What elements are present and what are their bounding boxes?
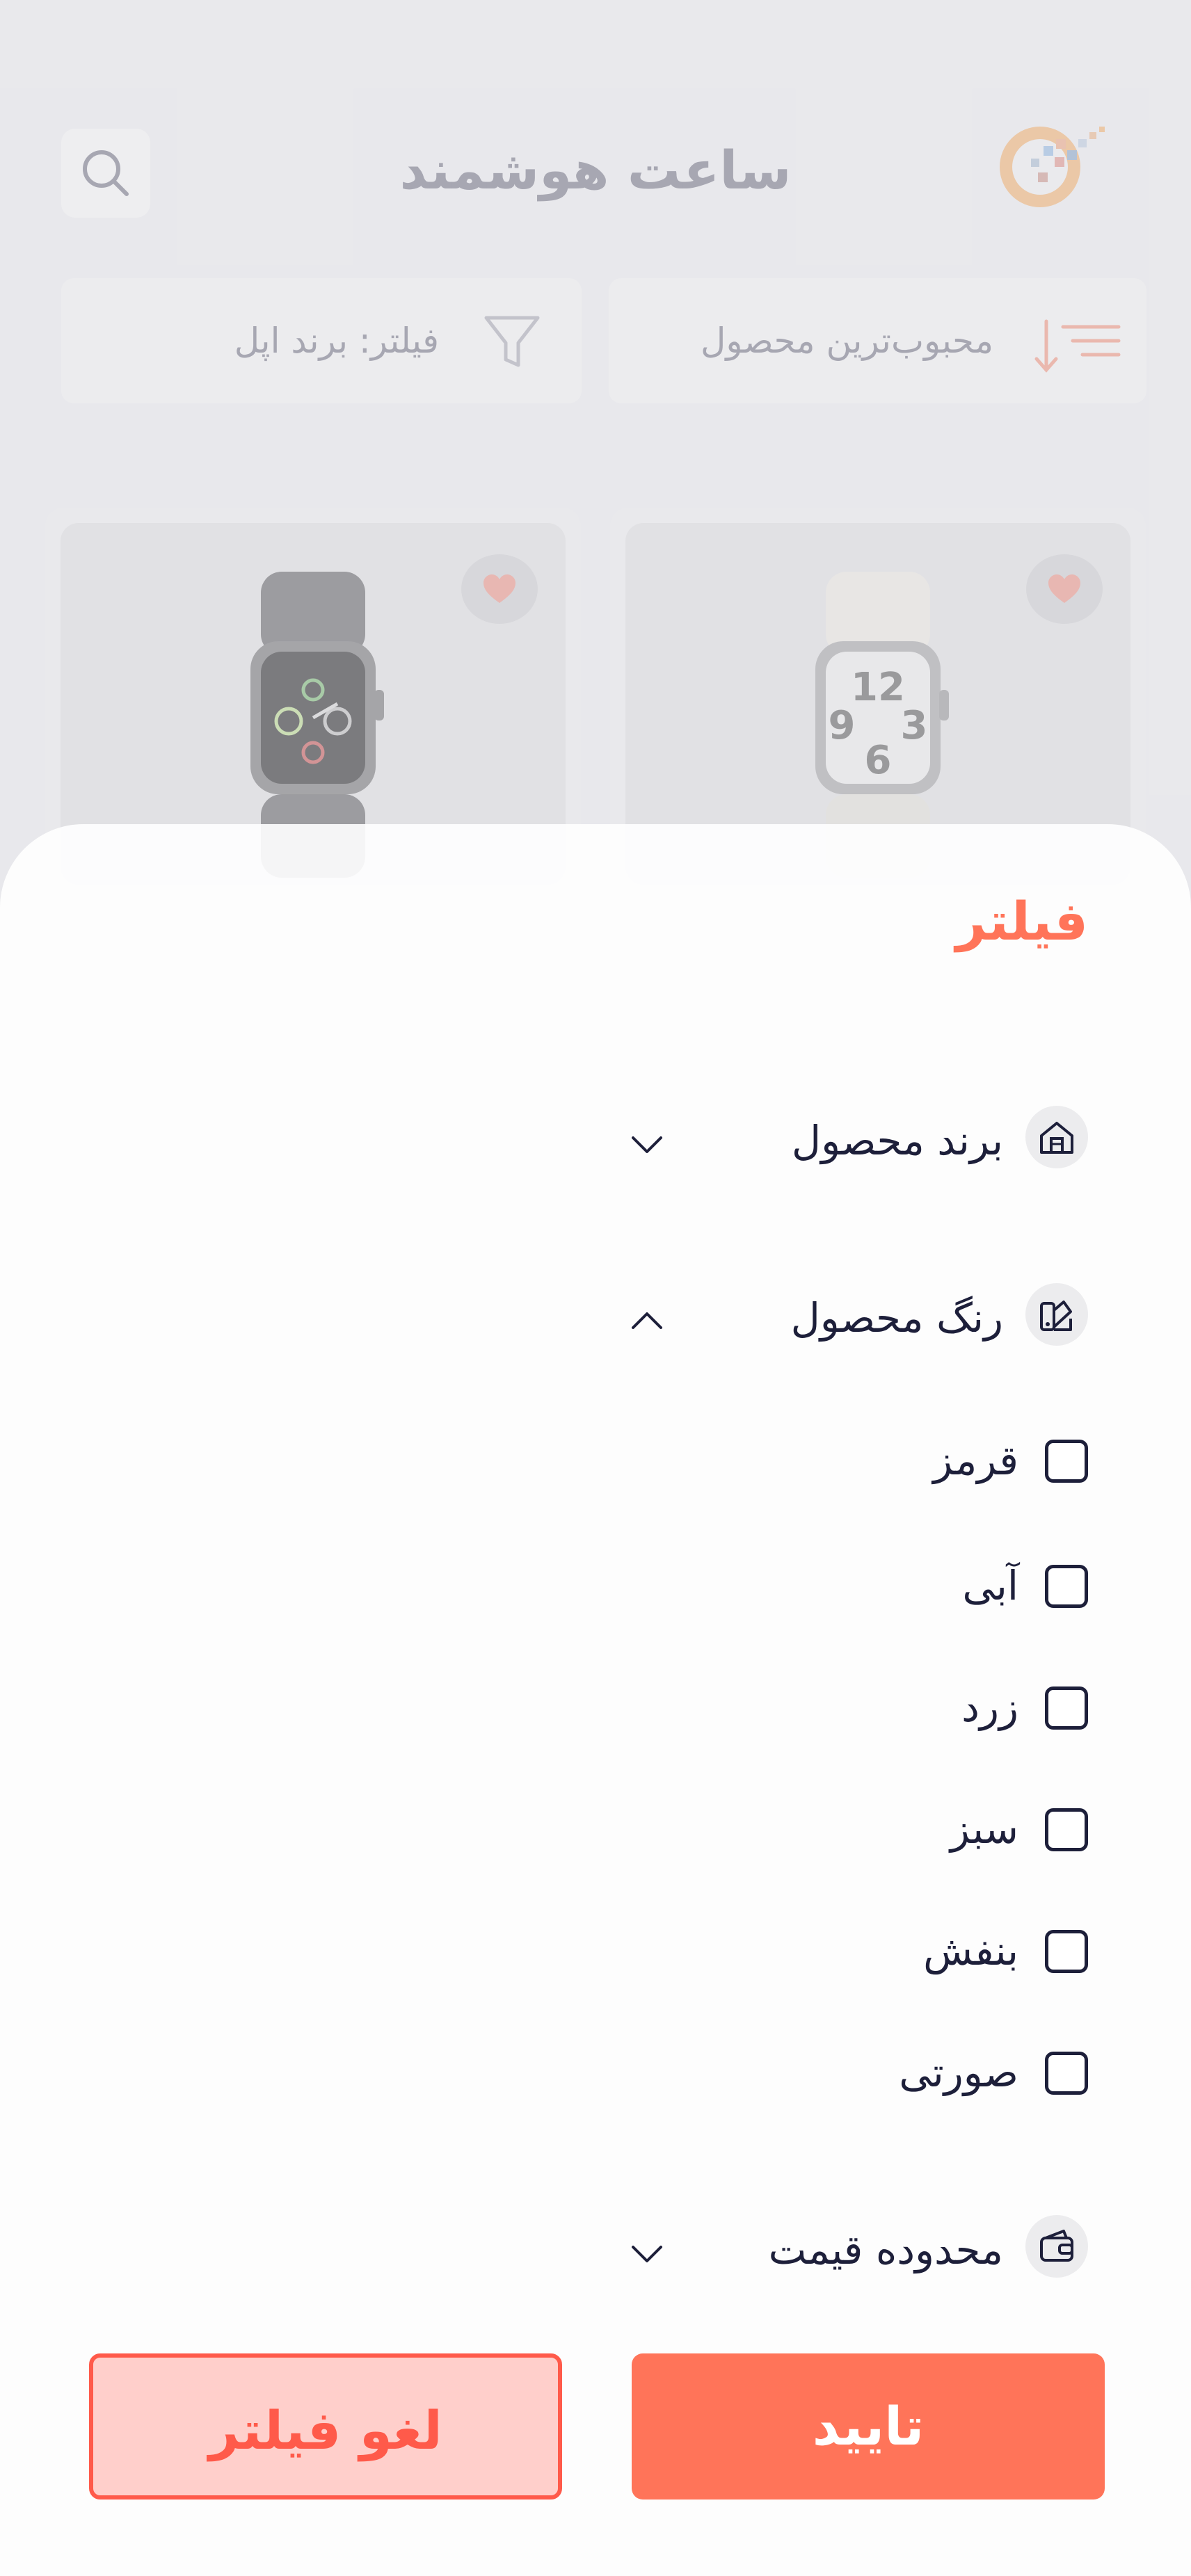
chevron-down-icon[interactable] [626,2232,668,2274]
option-purple[interactable]: بنفش [0,1909,1191,1993]
section-price-label: محدوده قیمت [768,2226,1003,2273]
checkbox[interactable] [1045,2052,1088,2095]
option-red[interactable]: قرمز [0,1419,1191,1502]
wallet-icon [1025,2215,1088,2278]
palette-icon [1025,1283,1088,1346]
chevron-down-icon[interactable] [626,1123,668,1165]
checkbox[interactable] [1045,1565,1088,1608]
option-label: قرمز [933,1437,1018,1484]
option-green[interactable]: سبز [0,1787,1191,1871]
section-color[interactable]: رنگ محصول [0,1269,1191,1367]
option-label: بنفش [923,1927,1018,1974]
chevron-up-icon[interactable] [626,1301,668,1342]
option-blue[interactable]: آبی [0,1544,1191,1627]
option-label: صورتی [899,2049,1018,2096]
checkbox[interactable] [1045,1687,1088,1730]
checkbox[interactable] [1045,1440,1088,1483]
sheet-title: فیلتر [955,890,1088,952]
option-label: آبی [962,1562,1018,1609]
brand-icon [1025,1106,1088,1168]
option-pink[interactable]: صورتی [0,2031,1191,2114]
option-yellow[interactable]: زرد [0,1666,1191,1749]
option-label: زرد [961,1684,1018,1731]
option-label: سبز [950,1805,1018,1853]
section-color-label: رنگ محصول [790,1294,1003,1342]
filter-sheet: فیلتر برند محصول رنگ محصول قرمز آبی زرد … [0,824,1191,2576]
section-brand-label: برند محصول [791,1117,1003,1164]
checkbox[interactable] [1045,1808,1088,1851]
section-brand[interactable]: برند محصول [0,1092,1191,1189]
confirm-button[interactable]: تایید [632,2353,1105,2499]
section-price[interactable]: محدوده قیمت [0,2201,1191,2299]
checkbox[interactable] [1045,1930,1088,1973]
clear-filter-button[interactable]: لغو فیلتر [89,2353,562,2499]
